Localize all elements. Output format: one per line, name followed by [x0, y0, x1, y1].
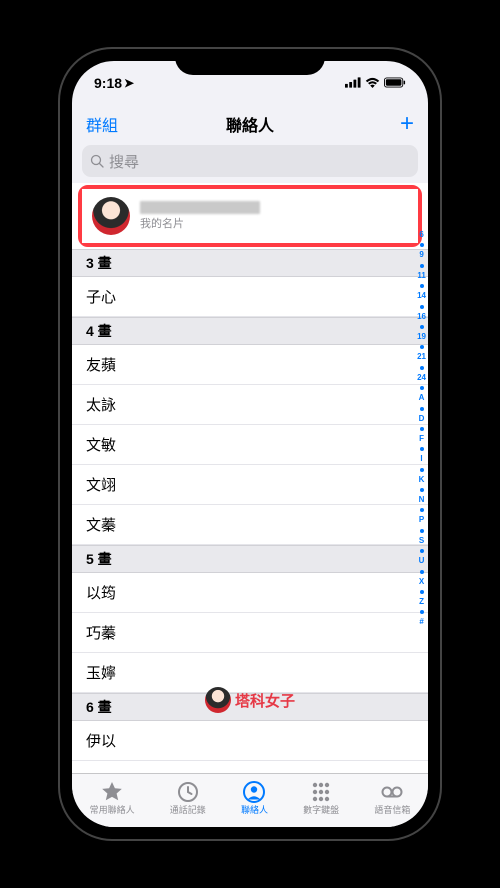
index-char[interactable]: X	[419, 576, 424, 588]
contact-row[interactable]: 文敏	[72, 425, 428, 465]
index-char[interactable]: 16	[417, 311, 426, 323]
contact-row[interactable]: 巧蓁	[72, 613, 428, 653]
index-char[interactable]: 14	[417, 290, 426, 302]
index-dot[interactable]	[420, 243, 424, 247]
index-char[interactable]: 19	[417, 331, 426, 343]
index-char[interactable]: N	[419, 494, 425, 506]
index-char[interactable]: #	[419, 616, 423, 628]
contact-row[interactable]: 伊以	[72, 721, 428, 761]
index-char[interactable]: A	[419, 392, 425, 404]
wifi-icon	[365, 75, 380, 91]
index-char[interactable]: F	[419, 433, 424, 445]
index-dot[interactable]	[420, 386, 424, 390]
index-dot[interactable]	[420, 488, 424, 492]
index-dot[interactable]	[420, 529, 424, 533]
tab-person[interactable]: 聯絡人	[241, 782, 268, 816]
section-header: 5 畫	[72, 545, 428, 573]
tab-clock[interactable]: 通話記錄	[170, 782, 206, 816]
tab-label: 常用聯絡人	[90, 803, 135, 816]
voicemail-icon	[380, 782, 404, 802]
person-icon	[242, 782, 266, 802]
index-char[interactable]: P	[419, 514, 424, 526]
contact-row[interactable]: 子心	[72, 277, 428, 317]
search-placeholder: 搜尋	[109, 151, 139, 172]
index-dot[interactable]	[420, 345, 424, 349]
index-dot[interactable]	[420, 610, 424, 614]
contact-row[interactable]: 友蘋	[72, 345, 428, 385]
my-card-subtitle: 我的名片	[140, 215, 260, 231]
index-dot[interactable]	[420, 325, 424, 329]
index-char[interactable]: U	[419, 555, 425, 567]
index-char[interactable]: K	[419, 474, 425, 486]
tab-label: 通話記錄	[170, 803, 206, 816]
tab-star[interactable]: 常用聯絡人	[90, 782, 135, 816]
search-input[interactable]: 搜尋	[82, 145, 418, 177]
screen: 9:18 ➤ 群組 聯絡人 + 搜尋	[72, 61, 428, 827]
watermark-text: 塔科女子	[235, 690, 295, 711]
index-dot[interactable]	[420, 366, 424, 370]
index-char[interactable]: D	[419, 413, 425, 425]
contact-row[interactable]: 文蓁	[72, 505, 428, 545]
groups-button[interactable]: 群組	[86, 112, 118, 136]
index-dot[interactable]	[420, 447, 424, 451]
my-card[interactable]: 我的名片	[82, 189, 418, 243]
tab-label: 語音信箱	[374, 803, 410, 816]
avatar	[92, 197, 130, 235]
my-card-name-redacted	[140, 201, 260, 214]
index-dot[interactable]	[420, 468, 424, 472]
phone-frame: 9:18 ➤ 群組 聯絡人 + 搜尋	[60, 49, 440, 839]
page-title: 聯絡人	[226, 112, 274, 136]
tab-label: 聯絡人	[241, 803, 268, 816]
add-button[interactable]: +	[400, 110, 414, 138]
section-header: 3 畫	[72, 249, 428, 277]
index-dot[interactable]	[420, 549, 424, 553]
index-char[interactable]: I	[420, 453, 422, 465]
watermark: 塔科女子	[205, 687, 295, 713]
index-dot[interactable]	[420, 284, 424, 288]
index-dot[interactable]	[420, 305, 424, 309]
index-dot[interactable]	[420, 407, 424, 411]
contact-row[interactable]: 文翊	[72, 465, 428, 505]
status-time: 9:18	[94, 75, 122, 91]
battery-icon	[384, 75, 406, 91]
keypad-icon	[309, 782, 333, 802]
contacts-list[interactable]: 我的名片 3 畫子心4 畫友蘋太詠文敏文翊文蓁5 畫以筠巧蓁玉嬣6 畫伊以宇旋 …	[72, 183, 428, 773]
notch	[175, 49, 325, 75]
tab-bar: 常用聯絡人 通話記錄 聯絡人 數字鍵盤 語音信箱	[72, 773, 428, 827]
index-dot[interactable]	[420, 264, 424, 268]
index-dot[interactable]	[420, 427, 424, 431]
index-dot[interactable]	[420, 590, 424, 594]
index-char[interactable]: 24	[417, 372, 426, 384]
index-char[interactable]: 11	[417, 270, 425, 282]
highlight-annotation: 我的名片	[78, 185, 422, 247]
tab-keypad[interactable]: 數字鍵盤	[303, 782, 339, 816]
contact-row[interactable]: 以筠	[72, 573, 428, 613]
nav-bar: 群組 聯絡人 +	[72, 105, 428, 143]
clock-icon	[176, 782, 200, 802]
watermark-icon	[205, 687, 231, 713]
index-char[interactable]: 6	[419, 229, 423, 241]
contact-row[interactable]: 太詠	[72, 385, 428, 425]
index-char[interactable]: 9	[419, 249, 423, 261]
index-bar[interactable]: 6 9 11 14 16 19 21 24 ADFIKNPSUXZ #	[417, 229, 426, 629]
index-dot[interactable]	[420, 570, 424, 574]
search-icon	[90, 154, 104, 168]
tab-voicemail[interactable]: 語音信箱	[374, 782, 410, 816]
index-char[interactable]: 21	[417, 351, 426, 363]
index-char[interactable]: S	[419, 535, 424, 547]
index-dot[interactable]	[420, 508, 424, 512]
index-char[interactable]: Z	[419, 596, 424, 608]
signal-icon	[345, 75, 361, 91]
location-icon: ➤	[124, 76, 134, 90]
tab-label: 數字鍵盤	[303, 803, 339, 816]
star-icon	[100, 782, 124, 802]
contact-row[interactable]: 宇旋	[72, 761, 428, 773]
section-header: 4 畫	[72, 317, 428, 345]
